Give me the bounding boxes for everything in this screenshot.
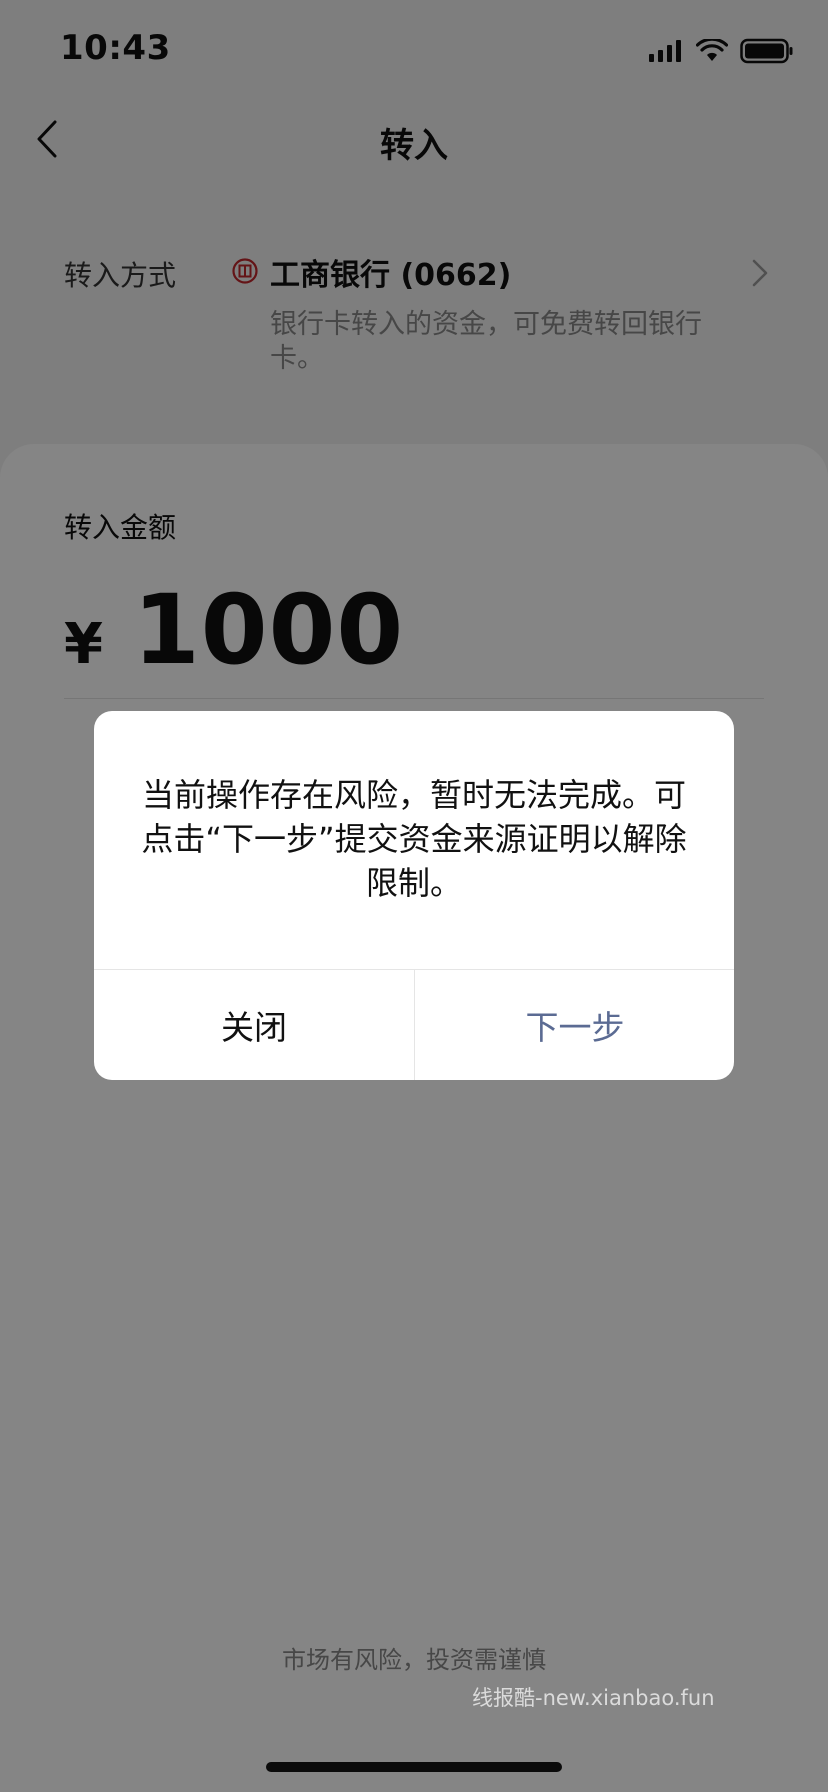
watermark: 线报酷-new.xianbao.fun bbox=[472, 1686, 715, 1710]
next-step-button[interactable]: 下一步 bbox=[415, 970, 734, 1080]
close-button[interactable]: 关闭 bbox=[94, 970, 414, 1080]
dialog-message: 当前操作存在风险，暂时无法完成。可点击“下一步”提交资金来源证明以解除限制。 bbox=[141, 776, 687, 902]
risk-alert-dialog: 当前操作存在风险，暂时无法完成。可点击“下一步”提交资金来源证明以解除限制。 关… bbox=[94, 711, 734, 1080]
home-indicator[interactable] bbox=[266, 1762, 562, 1772]
screen: 10:43 转入 转入方式 工商银行 (0662) 银行卡转入的资金，可免费转回… bbox=[0, 0, 828, 1792]
